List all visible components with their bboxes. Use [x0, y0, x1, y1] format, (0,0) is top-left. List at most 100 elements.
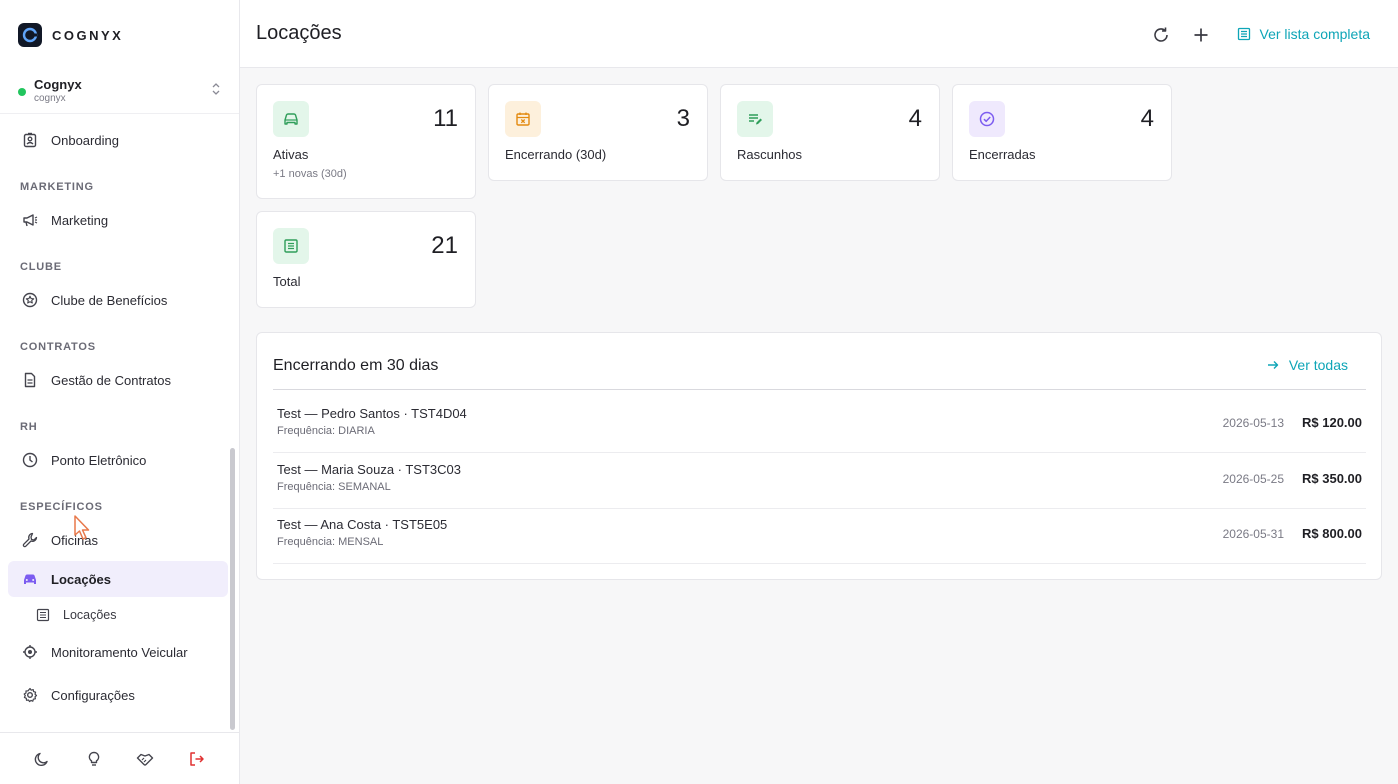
org-slug: cognyx [34, 92, 66, 104]
stat-value: 21 [431, 232, 458, 259]
rental-end-date: 2026-05-25 [1222, 472, 1284, 486]
sidebar-item-clube[interactable]: Clube de Benefícios [8, 282, 228, 318]
view-full-list-label: Ver lista completa [1259, 26, 1371, 42]
sidebar-footer [0, 732, 239, 784]
handshake-icon[interactable] [134, 748, 156, 770]
panel-title: Encerrando em 30 dias [273, 357, 439, 374]
stat-value: 4 [908, 105, 922, 132]
sidebar-item-locacoes[interactable]: Locações [8, 561, 228, 597]
org-name: Cognyx [34, 76, 82, 92]
stat-card-rascunhos[interactable]: 4 Rascunhos [720, 84, 940, 181]
stat-label: Encerrando (30d) [505, 147, 607, 162]
stat-card-ativas[interactable]: 11 Ativas +1 novas (30d) [256, 84, 476, 199]
rental-title: Test — Maria Souza · TST3C03 [277, 462, 461, 477]
logout-icon[interactable] [186, 748, 208, 770]
sidebar-item-configuracoes[interactable]: Configurações [8, 677, 228, 713]
stat-card-encerradas[interactable]: 4 Encerradas [952, 84, 1172, 181]
section-contratos: CONTRATOS [20, 341, 96, 353]
add-button[interactable] [1190, 24, 1212, 46]
sidebar-item-oficinas[interactable]: Oficinas [8, 522, 228, 558]
ending-soon-panel: Encerrando em 30 dias Ver todas Test — P… [256, 332, 1382, 580]
check-circle-icon [969, 101, 1005, 137]
chevron-updown-icon [211, 82, 221, 101]
section-marketing: MARKETING [20, 181, 94, 193]
view-all-link[interactable]: Ver todas [1267, 357, 1348, 373]
section-clube: CLUBE [20, 261, 62, 273]
rental-end-date: 2026-05-31 [1222, 527, 1284, 541]
list-item[interactable]: Test — Ana Costa · TST5E05 Frequência: M… [273, 509, 1366, 564]
sidebar-item-label: Marketing [51, 212, 109, 228]
arrow-right-icon [1267, 359, 1279, 371]
id-badge-icon [20, 130, 40, 150]
cognyx-logo-icon [18, 23, 42, 47]
brand[interactable]: COGNYX [18, 23, 123, 47]
stat-value: 11 [433, 105, 458, 132]
sidebar-item-label: Gestão de Contratos [51, 372, 171, 388]
section-especificos: ESPECÍFICOS [20, 501, 103, 513]
stat-label: Encerradas [969, 147, 1036, 162]
sidebar-item-label: Clube de Benefícios [51, 292, 168, 308]
star-badge-icon [20, 290, 40, 310]
sidebar-item-ponto[interactable]: Ponto Eletrônico [8, 442, 228, 478]
page-title: Locações [256, 22, 342, 44]
stat-label: Ativas [273, 147, 309, 162]
sidebar-item-label: Monitoramento Veicular [51, 644, 188, 660]
moon-icon[interactable] [31, 748, 53, 770]
rental-frequency: Frequência: DIARIA [277, 425, 375, 437]
stat-value: 3 [676, 105, 690, 132]
calendar-x-icon [505, 101, 541, 137]
list-item[interactable]: Test — Maria Souza · TST3C03 Frequência:… [273, 454, 1366, 509]
sidebar: COGNYX Cognyx cognyx Onboarding MARKETIN… [0, 0, 240, 784]
edit-note-icon [737, 101, 773, 137]
wrench-icon [20, 530, 40, 550]
section-rh: RH [20, 421, 38, 433]
mouse-cursor-icon [73, 514, 93, 547]
list-table-icon [1237, 27, 1251, 41]
car-icon [273, 101, 309, 137]
sidebar-item-contratos[interactable]: Gestão de Contratos [8, 362, 228, 398]
clock-icon [20, 450, 40, 470]
list-table-icon [35, 607, 51, 623]
rental-frequency: Frequência: MENSAL [277, 536, 384, 548]
brand-name: COGNYX [52, 27, 124, 43]
refresh-button[interactable] [1150, 24, 1172, 46]
stat-sub: +1 novas (30d) [273, 168, 347, 180]
view-full-list-link[interactable]: Ver lista completa [1237, 26, 1371, 42]
stat-value: 4 [1140, 105, 1154, 132]
sidebar-nav: Onboarding MARKETING Marketing CLUBE Clu… [0, 114, 239, 732]
sidebar-item-label: Configurações [51, 687, 135, 703]
rental-title: Test — Ana Costa · TST5E05 [277, 517, 448, 532]
view-all-label: Ver todas [1288, 357, 1348, 373]
rental-frequency: Frequência: SEMANAL [277, 481, 391, 493]
rental-title: Test — Pedro Santos · TST4D04 [277, 406, 467, 421]
stat-label: Total [273, 274, 301, 289]
gear-icon [20, 685, 40, 705]
rental-price: R$ 120.00 [1302, 415, 1362, 430]
megaphone-icon [20, 210, 40, 230]
rental-price: R$ 800.00 [1302, 526, 1362, 541]
sidebar-item-label: Onboarding [51, 132, 119, 148]
sidebar-item-monitoramento[interactable]: Monitoramento Veicular [8, 634, 228, 670]
sidebar-item-label: Ponto Eletrônico [51, 452, 147, 468]
rental-price: R$ 350.00 [1302, 471, 1362, 486]
sidebar-item-marketing[interactable]: Marketing [8, 202, 228, 238]
sidebar-subitem-label: Locações [63, 608, 117, 622]
sidebar-item-label: Locações [51, 571, 111, 587]
list-table-icon [273, 228, 309, 264]
org-switcher[interactable]: Cognyx cognyx [0, 68, 239, 114]
list-item[interactable]: Test — Pedro Santos · TST4D04 Frequência… [273, 398, 1366, 453]
panel-divider [273, 389, 1366, 390]
sidebar-scrollbar[interactable] [230, 448, 235, 730]
document-icon [20, 370, 40, 390]
lightbulb-icon[interactable] [83, 748, 105, 770]
page-header: Locações Ver lista completa [240, 0, 1398, 68]
stat-label: Rascunhos [737, 147, 803, 162]
stat-card-encerrando[interactable]: 3 Encerrando (30d) [488, 84, 708, 181]
stat-card-total[interactable]: 21 Total [256, 211, 476, 308]
sidebar-item-onboarding[interactable]: Onboarding [8, 122, 228, 158]
rental-end-date: 2026-05-13 [1222, 416, 1284, 430]
sidebar-subitem-locacoes[interactable]: Locações [8, 600, 228, 630]
online-status-dot [18, 87, 26, 96]
car-icon [20, 569, 40, 589]
location-target-icon [20, 642, 40, 662]
